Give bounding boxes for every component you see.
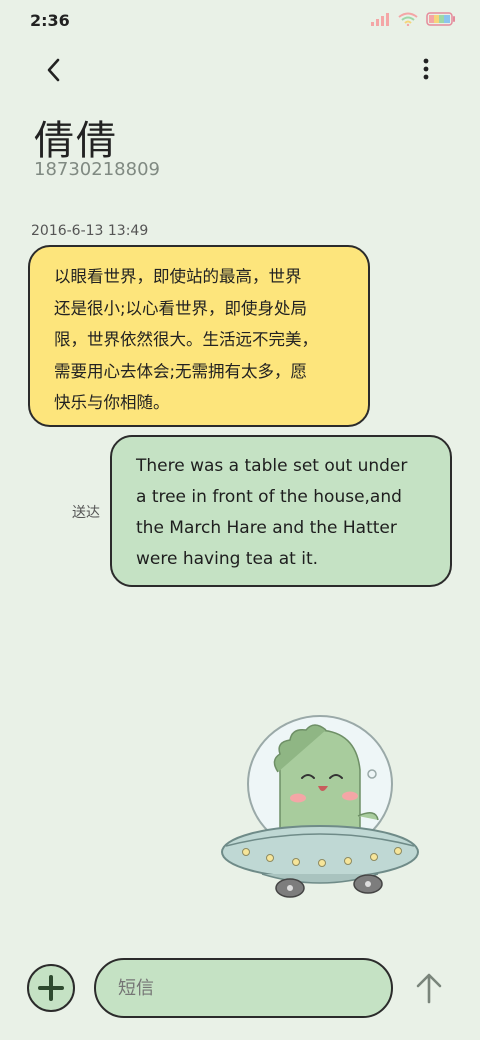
- message-timestamp: 2016-6-13 13:49: [31, 223, 149, 239]
- message-line: 以眼看世界，即使站的最高，世界: [54, 267, 302, 286]
- battery-icon: [426, 12, 455, 26]
- back-button[interactable]: [38, 54, 70, 86]
- message-line: 需要用心去体会;无需拥有太多，愿: [54, 361, 308, 381]
- contact-number[interactable]: 18730218809: [34, 159, 160, 180]
- chevron-left-icon: [47, 58, 60, 82]
- plus-icon: [38, 975, 64, 1001]
- delivery-status: 送达: [72, 505, 100, 521]
- message-line: 限，世界依然很大。生活远不完美，: [54, 330, 318, 349]
- outgoing-message-bubble[interactable]: There was a table set out under a tree i…: [110, 435, 452, 587]
- message-line: 快乐与你相随。: [54, 393, 170, 412]
- send-button[interactable]: [412, 970, 446, 1006]
- message-line: 还是很小;以心看世界，即使身处局: [54, 298, 308, 318]
- message-line: the March Hare and the Hatter: [136, 518, 397, 538]
- message-line: were having tea at it.: [136, 549, 319, 569]
- more-vertical-icon: [423, 58, 429, 80]
- status-time: 2:36: [30, 11, 70, 30]
- more-options-button[interactable]: [412, 54, 440, 86]
- signal-icon: [371, 13, 389, 26]
- message-line: There was a table set out under: [136, 456, 408, 476]
- incoming-message-bubble[interactable]: 以眼看世界，即使站的最高，世界 还是很小;以心看世界，即使身处局 限，世界依然很…: [28, 245, 370, 427]
- sms-input[interactable]: [94, 958, 393, 1018]
- message-line: a tree in front of the house,and: [136, 487, 402, 507]
- dinosaur-ufo-sticker: [221, 715, 419, 898]
- contact-name: 倩倩: [34, 118, 118, 164]
- status-bar: 2:36: [0, 0, 480, 40]
- add-attachment-button[interactable]: [27, 964, 75, 1012]
- status-icons: [370, 12, 456, 26]
- wifi-icon: [398, 12, 418, 26]
- arrow-up-icon: [416, 973, 442, 1004]
